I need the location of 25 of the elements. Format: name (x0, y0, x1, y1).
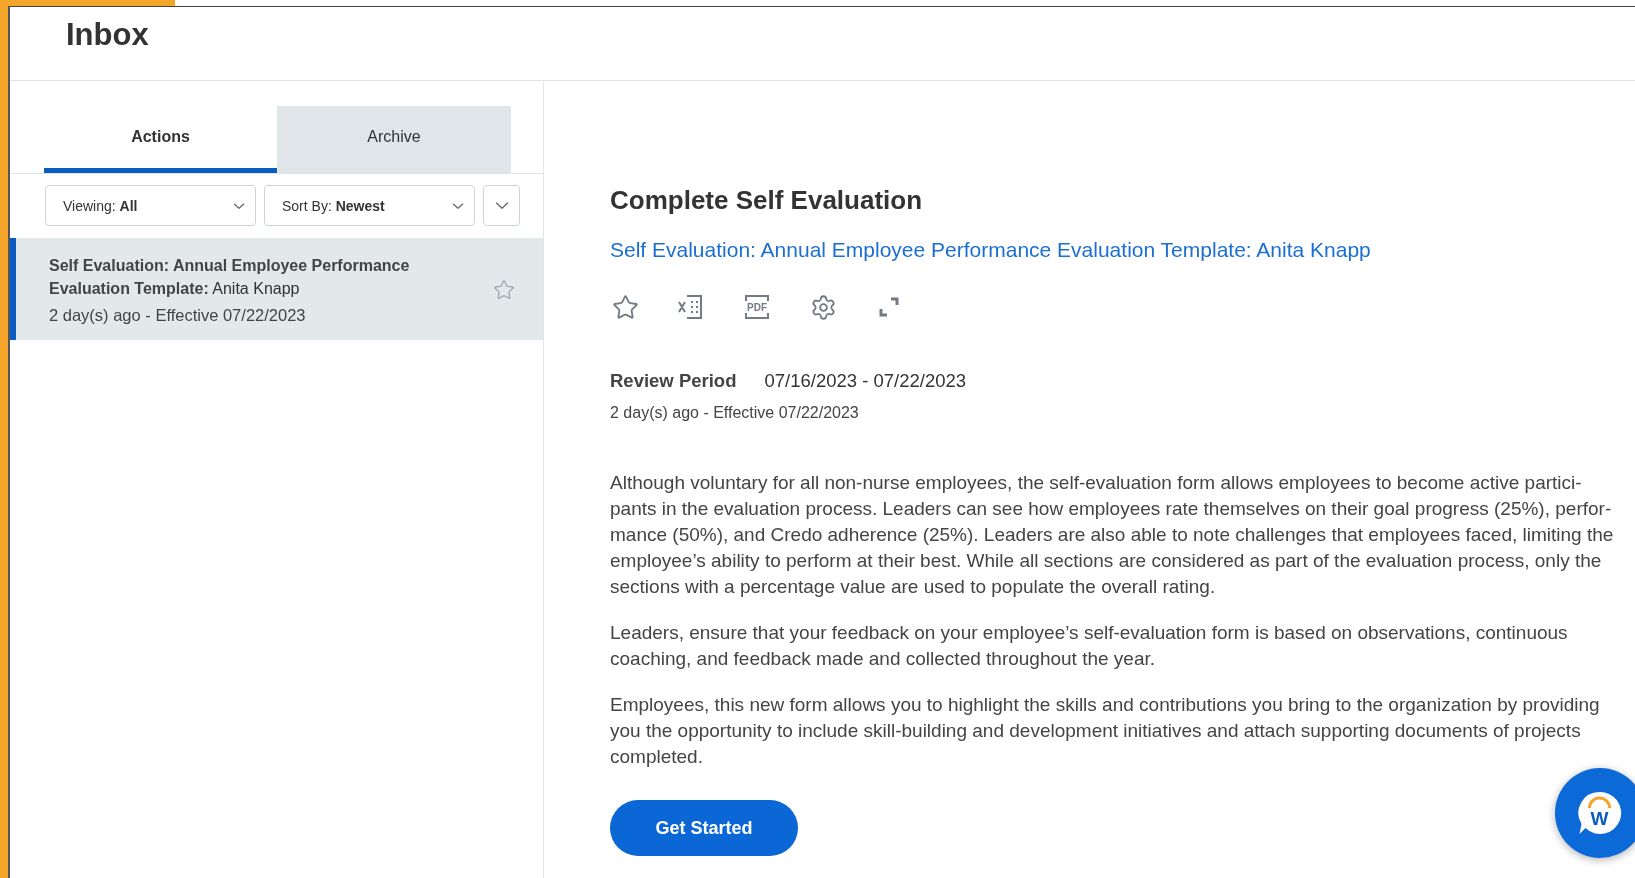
star-icon[interactable] (493, 278, 515, 301)
task-link[interactable]: Self Evaluation: Annual Employee Performance Evaluation Template: Anita Knapp (610, 238, 1371, 262)
detail-heading: Complete Self Evaluation (610, 185, 923, 216)
item-meta: 2 day(s) ago - Effective 07/22/2023 (49, 306, 307, 325)
description-paragraph: Leaders, ensure that your feedback on your employee’s self-evaluation form is based on observations, continuous coaching, and feedback made and collected throughout the year. (610, 621, 1569, 671)
review-period-label: Review Period (610, 370, 737, 392)
filter-dropdown[interactable]: Viewing: All (45, 185, 256, 226)
review-period-value: 07/16/2023 - 07/22/2023 (764, 370, 967, 392)
chevron-down-icon (494, 202, 509, 209)
description-paragraph: Although voluntary for all non-nurse employees, the self-evaluation form allows employees to become active partici-pants in the evaluation process. Leaders can see how employees rate themselves on their goal progress (25%), perfor-mance (50%), and Credo adherence (25%). Leaders are also able to note challenges that employees faced, limiting the employee’s ability to perform at their best. While all sections are considered as part of the evaluation process, only the sections with a percentage value are used to populate the overall rating. (610, 471, 1615, 599)
spreadsheet-icon (677, 293, 705, 321)
chat-button[interactable]: W (1555, 768, 1635, 858)
chevron-down-icon (452, 202, 464, 209)
tab[interactable]: Archive (277, 106, 511, 173)
item-title: Self Evaluation: Annual Employee Performance Evaluation Template: Anita Knapp (49, 256, 411, 299)
get-started-button[interactable]: Get Started (610, 800, 798, 856)
chevron-down-icon (233, 202, 245, 209)
description-paragraph: Employees, this new form allows you to highlight the skills and contributions you bring to the organization by providing you the opportunity to include skill-building and development initiatives and attach supporting documents of projects completed. (610, 693, 1601, 769)
chat-logo-icon: W (1578, 791, 1622, 835)
favorite-button[interactable] (610, 292, 640, 322)
export-pdf-button[interactable]: PDF (742, 292, 772, 322)
page-title: Inbox (66, 17, 149, 53)
effective-meta: 2 day(s) ago - Effective 07/22/2023 (610, 404, 859, 422)
filter-dropdown[interactable]: Sort By: Newest (264, 185, 475, 226)
inbox-item[interactable]: Self Evaluation: Annual Employee Performance Evaluation Template: Anita Knapp 2 day(s) ago - Effective 07/22/2023 (10, 238, 543, 340)
